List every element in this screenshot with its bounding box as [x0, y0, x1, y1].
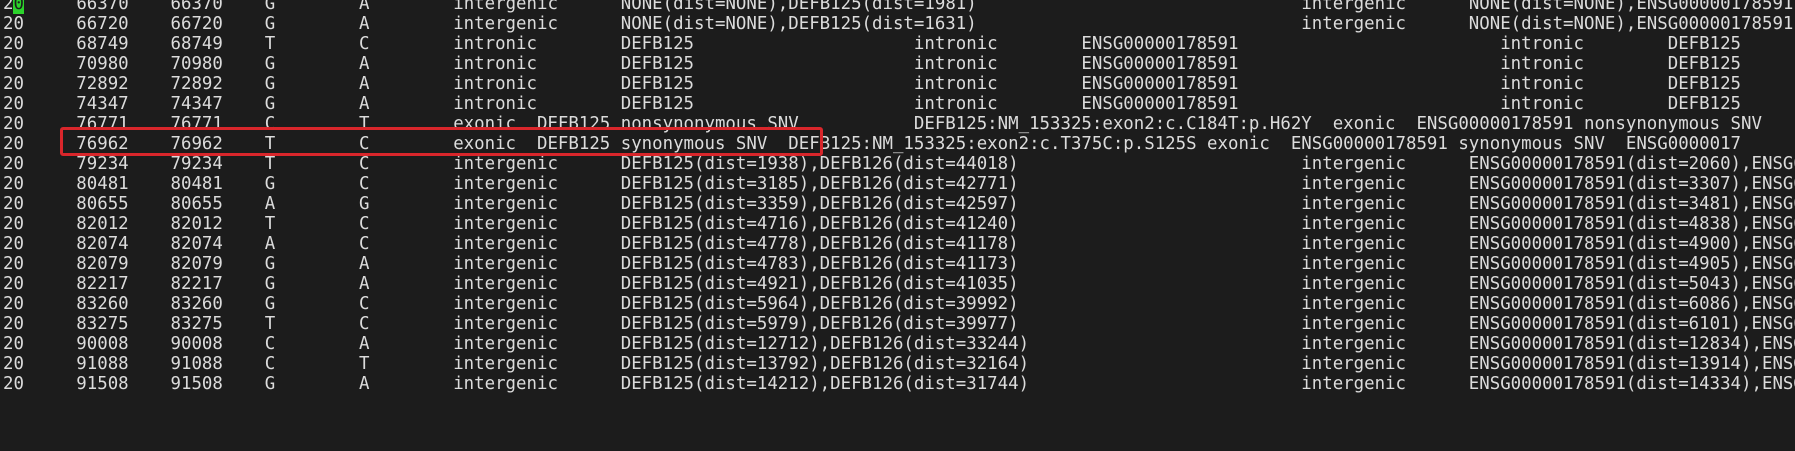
terminal-line: 20 91508 91508 G A intergenic DEFB125(di…	[3, 374, 1795, 394]
annotation-box	[60, 127, 823, 156]
terminal-cursor: 0	[13, 0, 24, 14]
line-text: 66370 66370 G A intergenic NONE(dist=NON…	[23, 0, 1795, 14]
line-text: 2	[3, 0, 14, 14]
terminal-output[interactable]: 20 66370 66370 G A intergenic NONE(dist=…	[0, 0, 1795, 451]
